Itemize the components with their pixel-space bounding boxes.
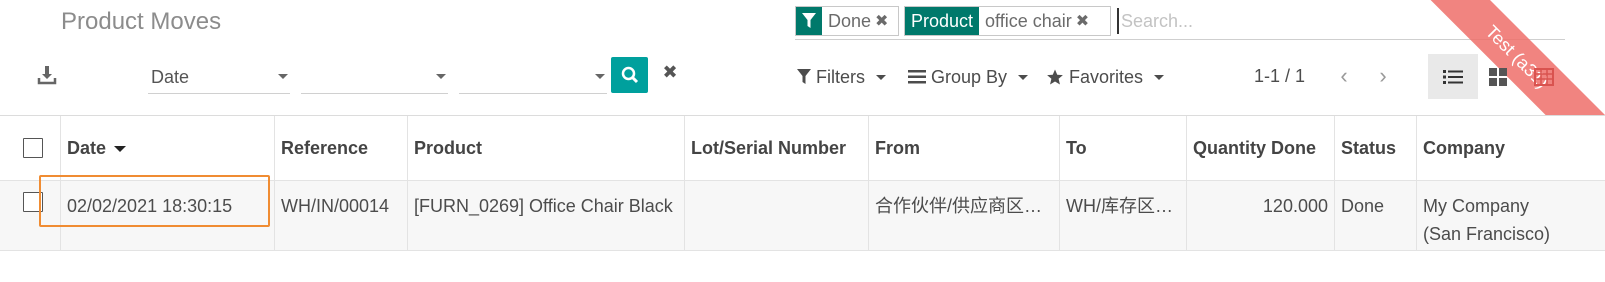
chevron-down-icon	[436, 74, 446, 79]
table-icon	[1534, 67, 1554, 86]
search-icon	[621, 66, 638, 84]
column-label: Status	[1341, 138, 1397, 158]
list-icon	[1443, 69, 1463, 84]
table-header: Date Reference Product Lot/Serial Number…	[0, 115, 1605, 181]
cell-from: 合作伙伴/供应商区…	[869, 181, 1060, 250]
cell-date: 02/02/2021 18:30:15	[61, 181, 275, 250]
chevron-down-icon	[876, 74, 886, 80]
filter-icon	[796, 7, 822, 35]
column-header-status[interactable]: Status	[1335, 116, 1417, 180]
cell-to: WH/库存区…	[1060, 181, 1187, 250]
date-field-select[interactable]: Date	[148, 62, 290, 94]
cell-product: [FURN_0269] Office Chair Black	[408, 181, 685, 250]
previous-page-icon[interactable]: ‹	[1332, 62, 1356, 90]
sort-descending-icon	[114, 146, 127, 153]
filters-label: Filters	[816, 66, 865, 87]
column-label: Quantity Done	[1193, 138, 1317, 158]
star-icon	[1047, 69, 1063, 85]
download-icon[interactable]	[36, 64, 58, 86]
favorites-button[interactable]: Favorites	[1046, 64, 1165, 90]
value-select[interactable]	[459, 62, 607, 94]
filters-button[interactable]: Filters	[797, 64, 886, 90]
groupby-label: Group By	[931, 66, 1008, 87]
column-header-company[interactable]: Company	[1417, 116, 1605, 180]
facet-done[interactable]: Done ✖	[795, 6, 899, 36]
column-header-product[interactable]: Product	[408, 116, 685, 180]
column-label: Reference	[281, 138, 369, 158]
column-header-lot[interactable]: Lot/Serial Number	[685, 116, 869, 180]
facet-product[interactable]: Product office chair ✖	[904, 6, 1111, 36]
grid-icon	[1489, 67, 1507, 86]
column-header-to[interactable]: To	[1060, 116, 1187, 180]
facet-done-label: Done	[822, 7, 876, 35]
table-row[interactable]: 02/02/2021 18:30:15 WH/IN/00014 [FURN_02…	[0, 181, 1605, 251]
column-label: Company	[1423, 138, 1506, 158]
operator-select[interactable]	[301, 62, 448, 94]
column-header-reference[interactable]: Reference	[275, 116, 408, 180]
cell-quantity: 120.000	[1187, 181, 1335, 250]
pager-value[interactable]: 1-1 / 1	[1254, 66, 1305, 87]
remove-facet-icon[interactable]: ✖	[1075, 7, 1095, 35]
column-label: Date	[67, 138, 107, 158]
chevron-down-icon	[1154, 74, 1165, 80]
cell-lot	[685, 181, 869, 250]
company-name: My Company	[1423, 196, 1530, 216]
chevron-down-icon	[1018, 74, 1029, 80]
column-header-quantity[interactable]: Quantity Done	[1187, 116, 1335, 180]
next-page-icon[interactable]: ›	[1371, 62, 1395, 90]
cell-reference: WH/IN/00014	[275, 181, 408, 250]
column-label: To	[1066, 138, 1087, 158]
column-header-date[interactable]: Date	[61, 116, 275, 180]
column-header-from[interactable]: From	[869, 116, 1060, 180]
row-select-cell	[0, 181, 61, 250]
list-view-button[interactable]	[1428, 54, 1478, 99]
chevron-down-icon	[278, 74, 288, 79]
select-all-checkbox[interactable]	[23, 138, 43, 158]
column-label: Lot/Serial Number	[691, 138, 847, 158]
date-field-label: Date	[151, 67, 190, 87]
select-all-cell	[0, 116, 61, 180]
row-checkbox[interactable]	[23, 192, 43, 212]
chevron-down-icon	[595, 74, 605, 79]
search-button[interactable]	[611, 57, 648, 93]
cell-company: My Company (San Francisco)	[1417, 181, 1605, 250]
facet-product-category: Product	[905, 7, 980, 35]
bars-icon	[908, 70, 926, 84]
favorites-label: Favorites	[1069, 66, 1144, 87]
remove-facet-icon[interactable]: ✖	[875, 7, 894, 35]
facet-product-value: office chair	[979, 7, 1076, 35]
column-label: From	[875, 138, 920, 158]
page-title: Product Moves	[61, 8, 222, 35]
filter-icon	[797, 69, 811, 84]
groupby-button[interactable]: Group By	[908, 64, 1029, 90]
cell-status: Done	[1335, 181, 1417, 250]
pivot-view-button[interactable]	[1522, 54, 1566, 99]
kanban-view-button[interactable]	[1474, 54, 1522, 99]
clear-icon[interactable]: ✖	[660, 62, 680, 86]
column-label: Product	[414, 138, 483, 158]
company-location: (San Francisco)	[1423, 224, 1551, 244]
